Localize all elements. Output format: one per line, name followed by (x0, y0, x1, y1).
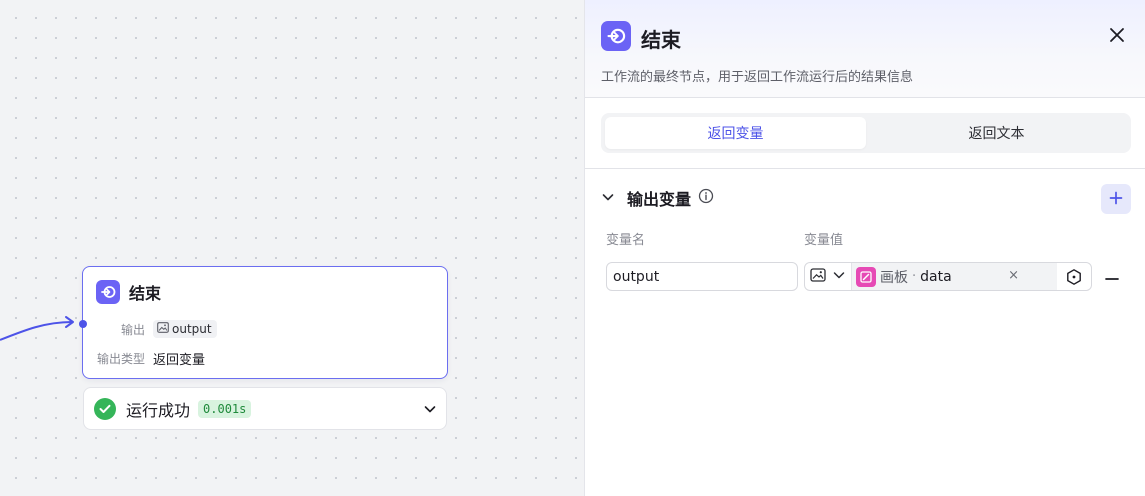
minus-icon (1105, 266, 1119, 285)
ref-variable-name: data (920, 268, 952, 285)
tab-return-variable[interactable]: 返回变量 (605, 117, 866, 149)
check-icon (94, 397, 116, 420)
node-title: 结束 (129, 284, 162, 303)
image-type-icon (810, 267, 826, 286)
ref-node-name: 画板 (880, 269, 908, 286)
output-type-value: 返回变量 (153, 353, 206, 368)
section-title: 输出变量 (627, 190, 692, 209)
panel-title: 结束 (641, 28, 681, 52)
chevron-down-icon[interactable] (423, 401, 437, 420)
close-icon[interactable] (1108, 26, 1126, 48)
end-node-card[interactable]: 结束 输出 output 输出类型 返回变量 (79, 266, 448, 379)
panel-description: 工作流的最终节点，用于返回工作流运行后的结果信息 (601, 70, 914, 85)
tab-return-text[interactable]: 返回文本 (866, 117, 1127, 149)
variable-reference[interactable]: 画板 · data × (852, 263, 1057, 290)
chevron-down-icon[interactable] (601, 189, 615, 208)
variable-value-field: 画板 · data × (804, 262, 1092, 291)
node-output-row: 输出 output (83, 320, 217, 338)
canvas-node-icon (856, 266, 876, 287)
add-variable-button[interactable] (1101, 184, 1131, 214)
node-output-type-row: 输出类型 返回变量 (83, 349, 205, 368)
node-header: 结束 (96, 280, 161, 304)
image-type-icon (157, 322, 169, 336)
output-tag-text: output (172, 322, 212, 336)
run-duration-badge: 0.001s (198, 399, 252, 418)
output-label: 输出 (120, 322, 145, 337)
end-node-icon (601, 21, 631, 51)
end-node-icon (96, 280, 120, 304)
clear-reference-icon[interactable]: × (1008, 268, 1019, 283)
variable-name-input[interactable] (606, 262, 798, 291)
column-header-value: 变量值 (804, 233, 844, 248)
variable-picker-icon[interactable] (1057, 263, 1091, 290)
return-mode-tabs: 返回变量 返回文本 (601, 113, 1131, 153)
node-settings-panel: 结束 工作流的最终节点，用于返回工作流运行后的结果信息 返回变量 返回文本 输出… (584, 0, 1145, 496)
panel-header: 结束 工作流的最终节点，用于返回工作流运行后的结果信息 (585, 0, 1145, 98)
output-variables-header: 输出变量 (601, 186, 714, 210)
plus-icon (1109, 190, 1123, 209)
column-header-name: 变量名 (606, 233, 646, 248)
chevron-down-icon (832, 267, 846, 286)
value-type-select[interactable] (805, 263, 852, 290)
output-tag: output (153, 320, 217, 338)
info-icon[interactable] (698, 188, 714, 208)
output-type-label: 输出类型 (96, 352, 145, 366)
section-divider (585, 168, 1145, 169)
run-status-text: 运行成功 (126, 400, 191, 420)
ref-separator: · (912, 269, 917, 284)
remove-variable-button[interactable] (1103, 266, 1121, 284)
run-status-card[interactable]: 运行成功 0.001s (83, 387, 447, 430)
